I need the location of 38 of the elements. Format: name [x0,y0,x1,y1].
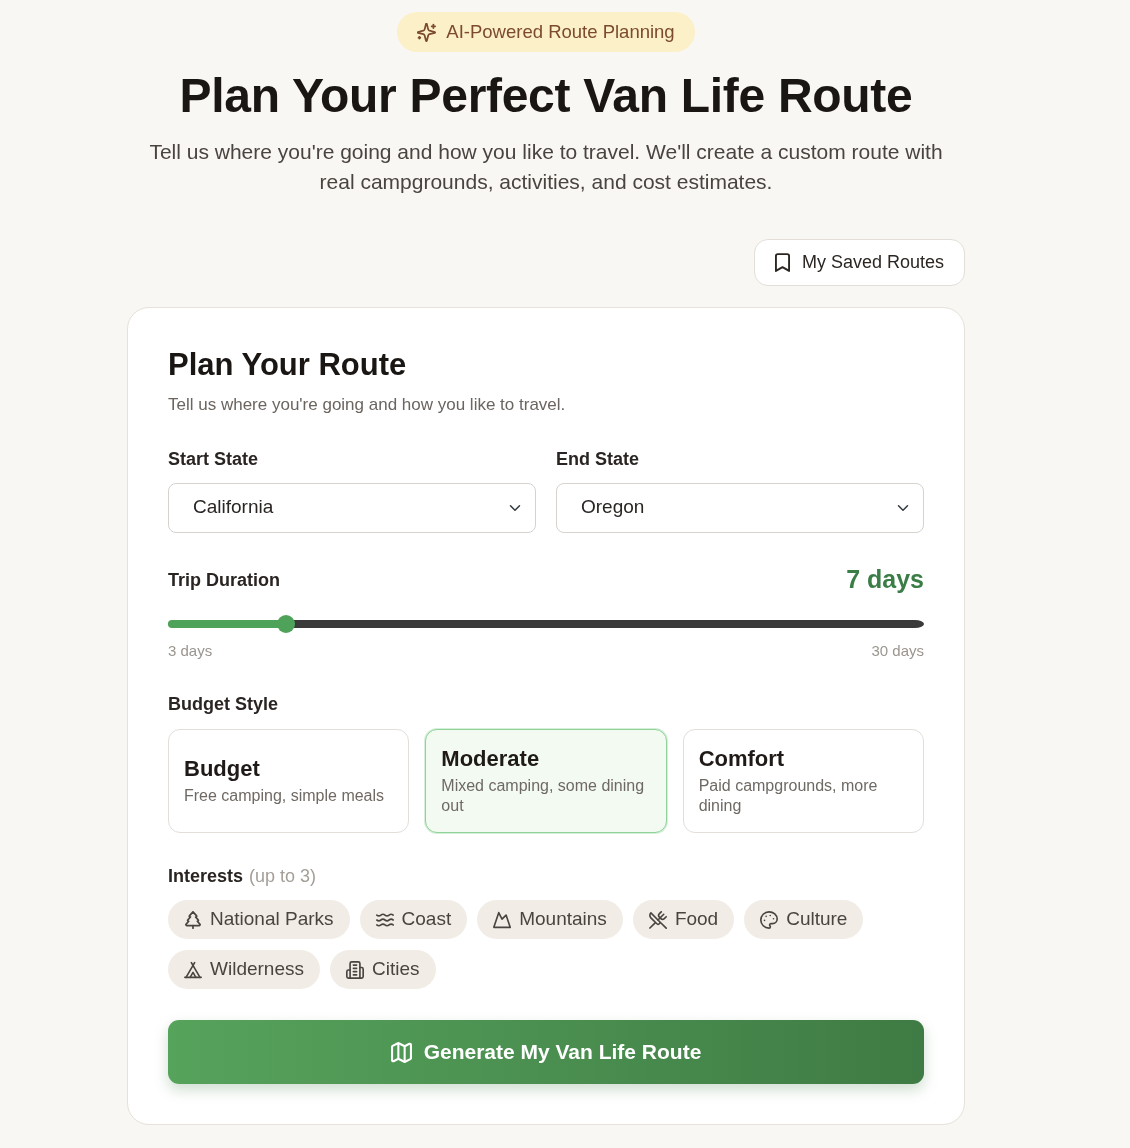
duration-slider-thumb[interactable] [277,614,296,633]
tent-icon [184,960,202,979]
form-title: Plan Your Route [168,347,408,382]
end-state-label: End State [556,449,640,471]
map-icon [390,1041,412,1063]
page-subtitle: Tell us where you're going and how you like to travel. We'll create a custom route with real campgrounds, activities, and cost estimates. [148,138,944,195]
interests-label: Interests [168,866,244,888]
building-icon [346,960,364,979]
mountain-icon [493,910,512,929]
start-state-select[interactable]: California [168,482,536,533]
interest-chip[interactable]: Culture [744,900,864,940]
sparkle-icon [417,22,437,42]
page-title: Plan Your Perfect Van Life Route [179,70,913,123]
budget-option[interactable]: Comfort Paid campgrounds, more dining [682,729,924,834]
slider-min-label: 3 days [168,640,213,661]
interest-chip[interactable]: Wilderness [168,950,320,990]
badge-text: AI-Powered Route Planning [446,20,675,45]
saved-routes-button[interactable]: My Saved Routes [753,238,965,286]
budget-option[interactable]: Moderate Mixed camping, some dining out [425,729,667,834]
interest-chip[interactable]: Food [632,900,735,940]
palette-icon [760,910,779,929]
crossed-utensils-icon [648,910,667,929]
interest-chip[interactable]: Mountains [477,900,623,940]
end-state-select[interactable]: Oregon [556,482,924,533]
interest-chip[interactable]: National Parks [168,900,350,940]
interests-hint: (up to 3) [249,865,317,889]
start-state-label: Start State [168,449,260,471]
form-subtitle: Tell us where you're going and how you like to travel. [168,393,567,416]
bookmark-icon [774,252,790,272]
interest-chip[interactable]: Cities [330,950,436,990]
trip-duration-value: 7 days [846,566,924,592]
generate-route-button[interactable]: Generate My Van Life Route [168,1020,924,1085]
pine-tree-icon [184,910,202,929]
budget-style-label: Budget Style [168,694,278,716]
slider-max-label: 30 days [871,640,924,661]
budget-option[interactable]: Budget Free camping, simple meals [168,729,410,834]
trip-duration-label: Trip Duration [168,570,280,592]
interest-chip[interactable]: Coast [359,900,468,940]
